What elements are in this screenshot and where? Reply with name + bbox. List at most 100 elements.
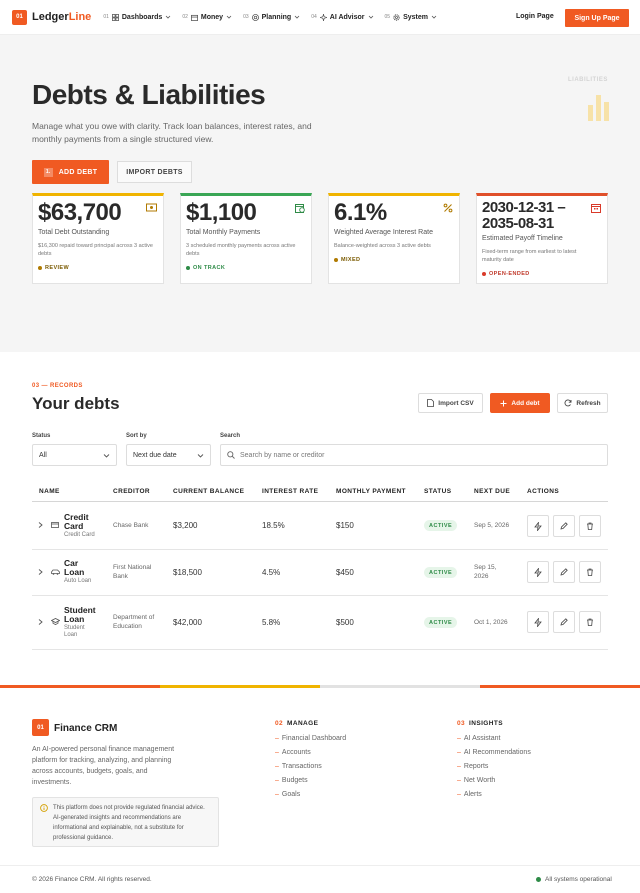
pay-button[interactable]	[527, 611, 549, 633]
stat-desc: Fixed-term range from earliest to latest…	[482, 249, 577, 263]
delete-button[interactable]	[579, 515, 601, 537]
footer-link-goals[interactable]: – Goals	[275, 791, 300, 798]
refresh-button[interactable]: Refresh	[557, 393, 608, 413]
due-line: Sep 5, 2026	[474, 522, 510, 529]
signup-button[interactable]: Sign Up Page	[565, 9, 629, 27]
debt-name: Credit Card	[64, 513, 89, 531]
refresh-icon	[564, 399, 572, 407]
footer-logo-badge[interactable]: 01	[32, 719, 49, 736]
debt-payment: $450	[336, 568, 354, 577]
creditor-line: Chase Bank	[113, 522, 149, 529]
add-debt-button[interactable]: 1. ADD DEBT	[32, 160, 109, 184]
badge-text: OPEN-ENDED	[489, 271, 530, 277]
creditor-line: First National	[113, 564, 152, 571]
col-balance[interactable]: CURRENT BALANCE	[173, 488, 244, 495]
link-label: AI Assistant	[463, 735, 501, 742]
menu-ai-advisor[interactable]: 04 AI Advisor	[311, 13, 373, 21]
status-select[interactable]: All	[32, 444, 117, 466]
table-header-divider	[32, 501, 608, 502]
menu-label: Dashboards	[121, 13, 163, 21]
menu-system[interactable]: 05 System	[385, 14, 437, 21]
footer-link-reports[interactable]: – Reports	[457, 763, 488, 770]
system-status: All systems operational	[536, 876, 612, 883]
link-label: Goals	[281, 791, 301, 798]
badge-text: ON TRACK	[193, 265, 226, 271]
footer-bar-segment	[0, 685, 160, 688]
add-debt-step-icon: 1.	[43, 167, 53, 177]
edit-button[interactable]	[553, 561, 575, 583]
logo-text[interactable]: LedgerLine	[32, 11, 91, 23]
row-divider	[32, 595, 608, 596]
col-rate[interactable]: INTEREST RATE	[262, 488, 318, 495]
footer-link-accounts[interactable]: – Accounts	[275, 749, 311, 756]
wallet-icon	[190, 14, 198, 21]
col-next-due[interactable]: NEXT DUE	[474, 488, 510, 495]
footer-link-net-worth[interactable]: – Net Worth	[457, 777, 495, 784]
sort-select[interactable]: Next due date	[126, 444, 211, 466]
footer-link-alerts[interactable]: – Alerts	[457, 791, 482, 798]
heading-num: 03	[457, 720, 466, 727]
link-label: Accounts	[281, 749, 311, 756]
delete-button[interactable]	[579, 561, 601, 583]
debt-name-line: Loan	[64, 567, 85, 577]
footer-bar-segment	[480, 685, 640, 688]
footer-link-budgets[interactable]: – Budgets	[275, 777, 308, 784]
expand-row-icon[interactable]	[38, 522, 43, 528]
stat-value: $63,700	[38, 199, 122, 226]
col-name[interactable]: NAME	[39, 488, 60, 495]
link-dash: –	[457, 777, 461, 784]
main-menu: 01 Dashboards 02 Money 03 Planning 04 AI…	[103, 13, 448, 21]
import-csv-button[interactable]: Import CSV	[418, 393, 483, 413]
debt-type-line: Student	[64, 625, 85, 631]
col-payment[interactable]: MONTHLY PAYMENT	[336, 488, 406, 495]
login-link[interactable]: Login Page	[516, 13, 554, 20]
debt-type: Credit Card	[64, 532, 95, 539]
chevron-down-icon	[103, 454, 110, 458]
delete-button[interactable]	[579, 611, 601, 633]
link-dash: –	[457, 749, 461, 756]
lightning-icon	[534, 521, 542, 531]
debt-rate: 18.5%	[262, 521, 285, 530]
link-label: AI Recommendations	[463, 749, 531, 756]
pay-button[interactable]	[527, 515, 549, 537]
graduation-cap-icon	[51, 618, 60, 625]
col-status[interactable]: STATUS	[424, 488, 451, 495]
menu-money[interactable]: 02 Money	[182, 14, 232, 21]
stat-value: 6.1%	[334, 199, 387, 226]
footer-link-ai-assistant[interactable]: – AI Assistant	[457, 735, 500, 742]
refresh-label: Refresh	[576, 399, 601, 407]
edit-button[interactable]	[553, 611, 575, 633]
search-input[interactable]: Search by name or creditor	[220, 444, 608, 466]
edit-button[interactable]	[553, 515, 575, 537]
logo-badge[interactable]: 01	[12, 9, 27, 25]
sparkle-icon	[319, 13, 327, 21]
import-debts-button[interactable]: IMPORT DEBTS	[117, 161, 192, 183]
chevron-down-icon	[431, 15, 437, 19]
debt-type-line: Loan	[64, 632, 78, 638]
pencil-icon	[560, 568, 568, 576]
calendar-icon	[591, 204, 601, 213]
add-debt-toolbar-button[interactable]: Add debt	[490, 393, 550, 413]
footer-link-ai-recommendations[interactable]: – AI Recommendations	[457, 749, 531, 756]
expand-row-icon[interactable]	[38, 569, 43, 575]
debt-payment: $150	[336, 521, 354, 530]
pay-button[interactable]	[527, 561, 549, 583]
due-line: Oct 1, 2026	[474, 619, 508, 626]
status-badge: ACTIVE	[424, 567, 458, 578]
debt-type-line: Auto Loan	[64, 578, 92, 584]
footer-link-transactions[interactable]: – Transactions	[275, 763, 322, 770]
badge-text: REVIEW	[45, 265, 70, 271]
col-creditor[interactable]: CREDITOR	[113, 488, 150, 495]
top-nav: 01 LedgerLine 01 Dashboards 02 Money 03 …	[0, 0, 640, 35]
expand-row-icon[interactable]	[38, 619, 43, 625]
status-select-value: All	[39, 451, 47, 459]
menu-planning[interactable]: 03 Planning	[243, 14, 300, 21]
menu-dashboards[interactable]: 01 Dashboards	[103, 14, 171, 21]
pencil-icon	[560, 618, 568, 626]
footer-link-financial-dashboard[interactable]: – Financial Dashboard	[275, 735, 346, 742]
footer-manage-heading: 02 MANAGE	[275, 720, 318, 727]
menu-num: 01	[103, 14, 109, 20]
gear-icon	[393, 13, 400, 21]
heading-num: 02	[275, 720, 284, 727]
due-line: 2026	[474, 573, 489, 580]
